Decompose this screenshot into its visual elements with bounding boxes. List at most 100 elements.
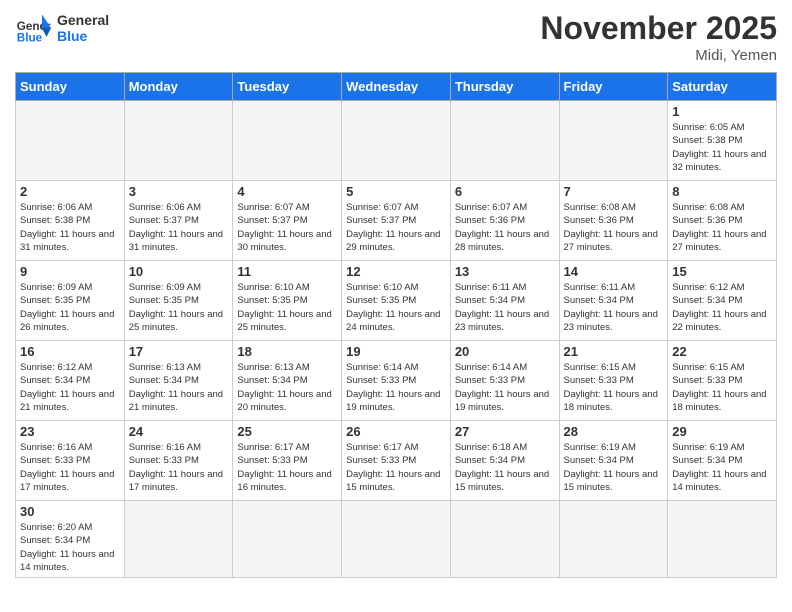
day-number: 23 bbox=[20, 424, 120, 439]
weekday-header-row: SundayMondayTuesdayWednesdayThursdayFrid… bbox=[16, 73, 777, 101]
day-info: Sunrise: 6:09 AM Sunset: 5:35 PM Dayligh… bbox=[20, 281, 120, 334]
day-info: Sunrise: 6:11 AM Sunset: 5:34 PM Dayligh… bbox=[564, 281, 664, 334]
location: Midi, Yemen bbox=[540, 47, 777, 64]
day-number: 24 bbox=[129, 424, 229, 439]
calendar-cell bbox=[124, 501, 233, 578]
day-info: Sunrise: 6:06 AM Sunset: 5:37 PM Dayligh… bbox=[129, 201, 229, 254]
day-number: 28 bbox=[564, 424, 664, 439]
day-number: 25 bbox=[237, 424, 337, 439]
day-info: Sunrise: 6:08 AM Sunset: 5:36 PM Dayligh… bbox=[672, 201, 772, 254]
day-number: 10 bbox=[129, 264, 229, 279]
calendar-cell bbox=[668, 501, 777, 578]
calendar-cell: 27Sunrise: 6:18 AM Sunset: 5:34 PM Dayli… bbox=[450, 421, 559, 501]
calendar-cell bbox=[16, 101, 125, 181]
day-info: Sunrise: 6:13 AM Sunset: 5:34 PM Dayligh… bbox=[237, 361, 337, 414]
calendar-cell: 12Sunrise: 6:10 AM Sunset: 5:35 PM Dayli… bbox=[342, 261, 451, 341]
week-row-6: 30Sunrise: 6:20 AM Sunset: 5:34 PM Dayli… bbox=[16, 501, 777, 578]
logo-icon: General Blue bbox=[15, 10, 51, 46]
calendar-cell: 14 Sunrise: 6:11 AM Sunset: 5:34 PM Dayli… bbox=[559, 261, 668, 341]
calendar-cell: 5 Sunrise: 6:07 AM Sunset: 5:37 PM Daylig… bbox=[342, 181, 451, 261]
calendar-cell bbox=[233, 501, 342, 578]
weekday-header-monday: Monday bbox=[124, 73, 233, 101]
calendar-cell: 24Sunrise: 6:16 AM Sunset: 5:33 PM Dayli… bbox=[124, 421, 233, 501]
day-number: 2 bbox=[20, 184, 120, 199]
day-number: 18 bbox=[237, 344, 337, 359]
day-info: Sunrise: 6:05 AM Sunset: 5:38 PM Dayligh… bbox=[672, 121, 772, 174]
day-info: Sunrise: 6:15 AM Sunset: 5:33 PM Dayligh… bbox=[672, 361, 772, 414]
calendar-cell: 23 Sunrise: 6:16 AM Sunset: 5:33 PM Dayli… bbox=[16, 421, 125, 501]
day-number: 21 bbox=[564, 344, 664, 359]
calendar-cell: 16 Sunrise: 6:12 AM Sunset: 5:34 PM Dayli… bbox=[16, 341, 125, 421]
day-info: Sunrise: 6:10 AM Sunset: 5:35 PM Dayligh… bbox=[237, 281, 337, 334]
calendar-cell: 2 Sunrise: 6:06 AM Sunset: 5:38 PM Daylig… bbox=[16, 181, 125, 261]
calendar-cell: 9 Sunrise: 6:09 AM Sunset: 5:35 PM Daylig… bbox=[16, 261, 125, 341]
week-row-4: 16 Sunrise: 6:12 AM Sunset: 5:34 PM Dayli… bbox=[16, 341, 777, 421]
calendar-cell: 26Sunrise: 6:17 AM Sunset: 5:33 PM Dayli… bbox=[342, 421, 451, 501]
day-number: 29 bbox=[672, 424, 772, 439]
day-info: Sunrise: 6:14 AM Sunset: 5:33 PM Dayligh… bbox=[346, 361, 446, 414]
day-number: 14 bbox=[564, 264, 664, 279]
calendar: SundayMondayTuesdayWednesdayThursdayFrid… bbox=[15, 72, 777, 578]
month-title: November 2025 bbox=[540, 10, 777, 47]
logo: General Blue General Blue bbox=[15, 10, 109, 46]
header: General Blue General Blue November 2025 … bbox=[15, 10, 777, 64]
weekday-header-saturday: Saturday bbox=[668, 73, 777, 101]
calendar-cell bbox=[233, 101, 342, 181]
day-info: Sunrise: 6:16 AM Sunset: 5:33 PM Dayligh… bbox=[20, 441, 120, 494]
calendar-cell: 13Sunrise: 6:11 AM Sunset: 5:34 PM Dayli… bbox=[450, 261, 559, 341]
day-number: 5 bbox=[346, 184, 446, 199]
week-row-1: 1 Sunrise: 6:05 AM Sunset: 5:38 PM Daylig… bbox=[16, 101, 777, 181]
calendar-cell bbox=[342, 501, 451, 578]
day-number: 27 bbox=[455, 424, 555, 439]
day-info: Sunrise: 6:17 AM Sunset: 5:33 PM Dayligh… bbox=[346, 441, 446, 494]
calendar-cell: 30Sunrise: 6:20 AM Sunset: 5:34 PM Dayli… bbox=[16, 501, 125, 578]
calendar-cell: 1 Sunrise: 6:05 AM Sunset: 5:38 PM Daylig… bbox=[668, 101, 777, 181]
calendar-cell: 10 Sunrise: 6:09 AM Sunset: 5:35 PM Dayli… bbox=[124, 261, 233, 341]
calendar-cell: 4 Sunrise: 6:07 AM Sunset: 5:37 PM Daylig… bbox=[233, 181, 342, 261]
weekday-header-thursday: Thursday bbox=[450, 73, 559, 101]
calendar-cell bbox=[342, 101, 451, 181]
day-number: 15 bbox=[672, 264, 772, 279]
weekday-header-tuesday: Tuesday bbox=[233, 73, 342, 101]
day-number: 4 bbox=[237, 184, 337, 199]
day-info: Sunrise: 6:07 AM Sunset: 5:37 PM Dayligh… bbox=[237, 201, 337, 254]
calendar-cell: 22 Sunrise: 6:15 AM Sunset: 5:33 PM Dayli… bbox=[668, 341, 777, 421]
day-number: 20 bbox=[455, 344, 555, 359]
day-number: 8 bbox=[672, 184, 772, 199]
day-info: Sunrise: 6:14 AM Sunset: 5:33 PM Dayligh… bbox=[455, 361, 555, 414]
calendar-cell bbox=[450, 501, 559, 578]
day-info: Sunrise: 6:07 AM Sunset: 5:37 PM Dayligh… bbox=[346, 201, 446, 254]
weekday-header-sunday: Sunday bbox=[16, 73, 125, 101]
day-number: 1 bbox=[672, 104, 772, 119]
day-info: Sunrise: 6:09 AM Sunset: 5:35 PM Dayligh… bbox=[129, 281, 229, 334]
day-number: 16 bbox=[20, 344, 120, 359]
day-info: Sunrise: 6:12 AM Sunset: 5:34 PM Dayligh… bbox=[20, 361, 120, 414]
day-info: Sunrise: 6:07 AM Sunset: 5:36 PM Dayligh… bbox=[455, 201, 555, 254]
calendar-cell: 19 Sunrise: 6:14 AM Sunset: 5:33 PM Dayli… bbox=[342, 341, 451, 421]
day-number: 22 bbox=[672, 344, 772, 359]
calendar-cell: 8 Sunrise: 6:08 AM Sunset: 5:36 PM Daylig… bbox=[668, 181, 777, 261]
day-info: Sunrise: 6:10 AM Sunset: 5:35 PM Dayligh… bbox=[346, 281, 446, 334]
day-info: Sunrise: 6:19 AM Sunset: 5:34 PM Dayligh… bbox=[564, 441, 664, 494]
day-info: Sunrise: 6:06 AM Sunset: 5:38 PM Dayligh… bbox=[20, 201, 120, 254]
day-info: Sunrise: 6:08 AM Sunset: 5:36 PM Dayligh… bbox=[564, 201, 664, 254]
logo-general-text: General bbox=[57, 12, 109, 28]
calendar-cell: 15 Sunrise: 6:12 AM Sunset: 5:34 PM Dayli… bbox=[668, 261, 777, 341]
calendar-cell: 7Sunrise: 6:08 AM Sunset: 5:36 PM Daylig… bbox=[559, 181, 668, 261]
week-row-3: 9 Sunrise: 6:09 AM Sunset: 5:35 PM Daylig… bbox=[16, 261, 777, 341]
day-number: 11 bbox=[237, 264, 337, 279]
day-info: Sunrise: 6:15 AM Sunset: 5:33 PM Dayligh… bbox=[564, 361, 664, 414]
week-row-5: 23 Sunrise: 6:16 AM Sunset: 5:33 PM Dayli… bbox=[16, 421, 777, 501]
week-row-2: 2 Sunrise: 6:06 AM Sunset: 5:38 PM Daylig… bbox=[16, 181, 777, 261]
weekday-header-friday: Friday bbox=[559, 73, 668, 101]
day-info: Sunrise: 6:12 AM Sunset: 5:34 PM Dayligh… bbox=[672, 281, 772, 334]
day-number: 9 bbox=[20, 264, 120, 279]
day-info: Sunrise: 6:19 AM Sunset: 5:34 PM Dayligh… bbox=[672, 441, 772, 494]
calendar-cell: 17Sunrise: 6:13 AM Sunset: 5:34 PM Dayli… bbox=[124, 341, 233, 421]
day-number: 19 bbox=[346, 344, 446, 359]
day-info: Sunrise: 6:17 AM Sunset: 5:33 PM Dayligh… bbox=[237, 441, 337, 494]
day-info: Sunrise: 6:11 AM Sunset: 5:34 PM Dayligh… bbox=[455, 281, 555, 334]
calendar-cell: 28 Sunrise: 6:19 AM Sunset: 5:34 PM Dayli… bbox=[559, 421, 668, 501]
logo-blue-text: Blue bbox=[57, 28, 109, 44]
weekday-header-wednesday: Wednesday bbox=[342, 73, 451, 101]
